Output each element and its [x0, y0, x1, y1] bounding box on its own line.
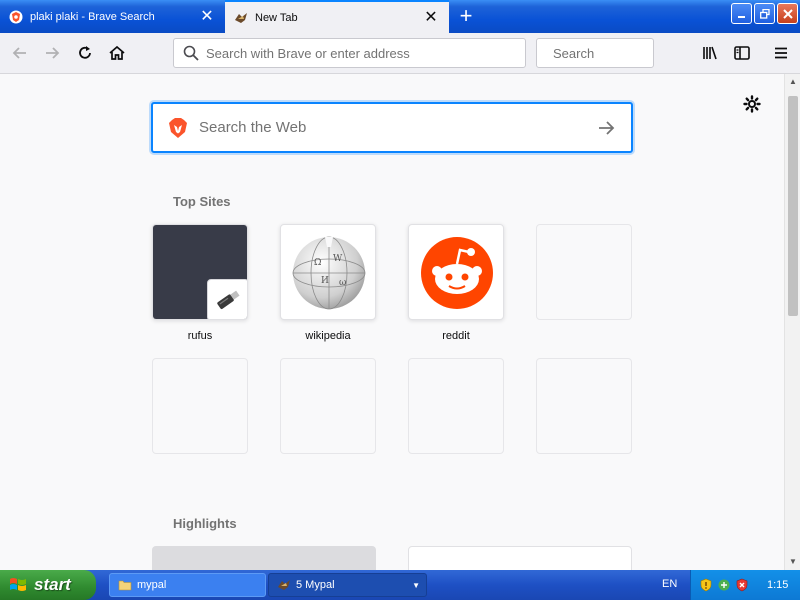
hamburger-menu-icon[interactable] [771, 43, 791, 63]
task-label: mypal [137, 579, 167, 591]
start-button[interactable]: start [0, 570, 96, 600]
top-site-tile-wikipedia[interactable]: Ω W Иω [280, 224, 376, 320]
close-tab-icon[interactable]: ✕ [422, 9, 440, 27]
gear-icon[interactable] [743, 95, 761, 113]
usb-drive-icon [207, 279, 247, 319]
window-controls [731, 3, 798, 24]
nav-toolbar [0, 33, 800, 74]
svg-text:ω: ω [339, 278, 346, 288]
highlights-title: Highlights [173, 516, 237, 531]
tile-label: rufus [187, 330, 213, 342]
sidebar-icon[interactable] [732, 43, 752, 63]
title-bar: plaki plaki - Brave Search ✕ New Tab ✕ + [0, 0, 800, 34]
back-arrow-icon[interactable] [6, 39, 34, 67]
svg-text:И: И [321, 276, 329, 286]
tile-label: wikipedia [305, 330, 351, 342]
tab-title: New Tab [255, 12, 298, 24]
scroll-up-icon[interactable]: ▲ [787, 76, 799, 88]
arrow-right-icon[interactable] [595, 117, 617, 139]
mypal-favicon [235, 13, 247, 23]
top-site-empty-slot[interactable] [536, 224, 632, 320]
tab-brave-search[interactable]: plaki plaki - Brave Search ✕ [0, 0, 225, 33]
library-icon[interactable] [700, 43, 720, 63]
tab-title: plaki plaki - Brave Search [30, 10, 155, 23]
top-site-empty-slot[interactable] [408, 358, 504, 454]
vertical-scrollbar[interactable]: ▲ ▼ [784, 74, 800, 570]
clock[interactable]: 1:15 [767, 579, 788, 591]
folder-icon [118, 580, 132, 591]
new-tab-page: Top Sites rufus [0, 74, 784, 570]
new-tab-plus-icon[interactable]: + [455, 5, 477, 28]
scroll-down-icon[interactable]: ▼ [787, 556, 799, 568]
network-icon[interactable] [717, 578, 731, 592]
url-bar[interactable] [173, 38, 526, 68]
url-input[interactable] [206, 45, 525, 61]
search-icon [183, 45, 199, 61]
close-tab-icon[interactable]: ✕ [198, 8, 216, 26]
forward-arrow-icon[interactable] [38, 39, 66, 67]
system-tray: 1:15 [690, 570, 800, 600]
taskbar-item-mypal-group[interactable]: 5 Mypal ▼ [268, 573, 427, 597]
web-search-box[interactable] [151, 102, 633, 153]
taskbar: start mypal 5 Mypal ▼ EN 1:15 [0, 570, 800, 600]
reddit-icon [421, 237, 493, 309]
taskbar-item-mypal-folder[interactable]: mypal [109, 573, 266, 597]
tab-new-tab[interactable]: New Tab ✕ [225, 0, 449, 34]
reload-icon[interactable] [71, 39, 99, 67]
close-icon[interactable] [777, 3, 798, 24]
search-bar[interactable] [536, 38, 729, 68]
svg-text:Ω: Ω [314, 258, 321, 268]
shield-alert-icon[interactable] [735, 578, 749, 592]
security-shield-icon[interactable] [699, 578, 713, 592]
windows-flag-icon [10, 578, 26, 591]
highlight-card[interactable] [408, 546, 632, 570]
task-label: 5 Mypal [296, 579, 335, 591]
top-site-empty-slot[interactable] [536, 358, 632, 454]
mypal-icon [278, 580, 290, 590]
highlight-card[interactable] [152, 546, 376, 570]
brave-search-favicon [9, 10, 23, 23]
minimize-icon[interactable] [731, 3, 752, 24]
top-site-tile-reddit[interactable] [408, 224, 504, 320]
wikipedia-globe-icon: Ω W Иω [292, 236, 366, 310]
top-sites-title: Top Sites [173, 194, 231, 209]
scrollbar-thumb[interactable] [788, 96, 798, 316]
home-icon[interactable] [103, 39, 131, 67]
top-site-empty-slot[interactable] [152, 358, 248, 454]
chevron-down-icon: ▼ [412, 581, 420, 590]
top-site-empty-slot[interactable] [280, 358, 376, 454]
tile-label: reddit [442, 330, 470, 342]
svg-text:W: W [333, 254, 343, 264]
top-site-tile-rufus[interactable] [152, 224, 248, 320]
language-indicator[interactable]: EN [662, 578, 677, 590]
web-search-input[interactable] [199, 119, 595, 136]
brave-lion-icon [169, 117, 187, 138]
start-label: start [34, 575, 71, 594]
restore-icon[interactable] [754, 3, 775, 24]
